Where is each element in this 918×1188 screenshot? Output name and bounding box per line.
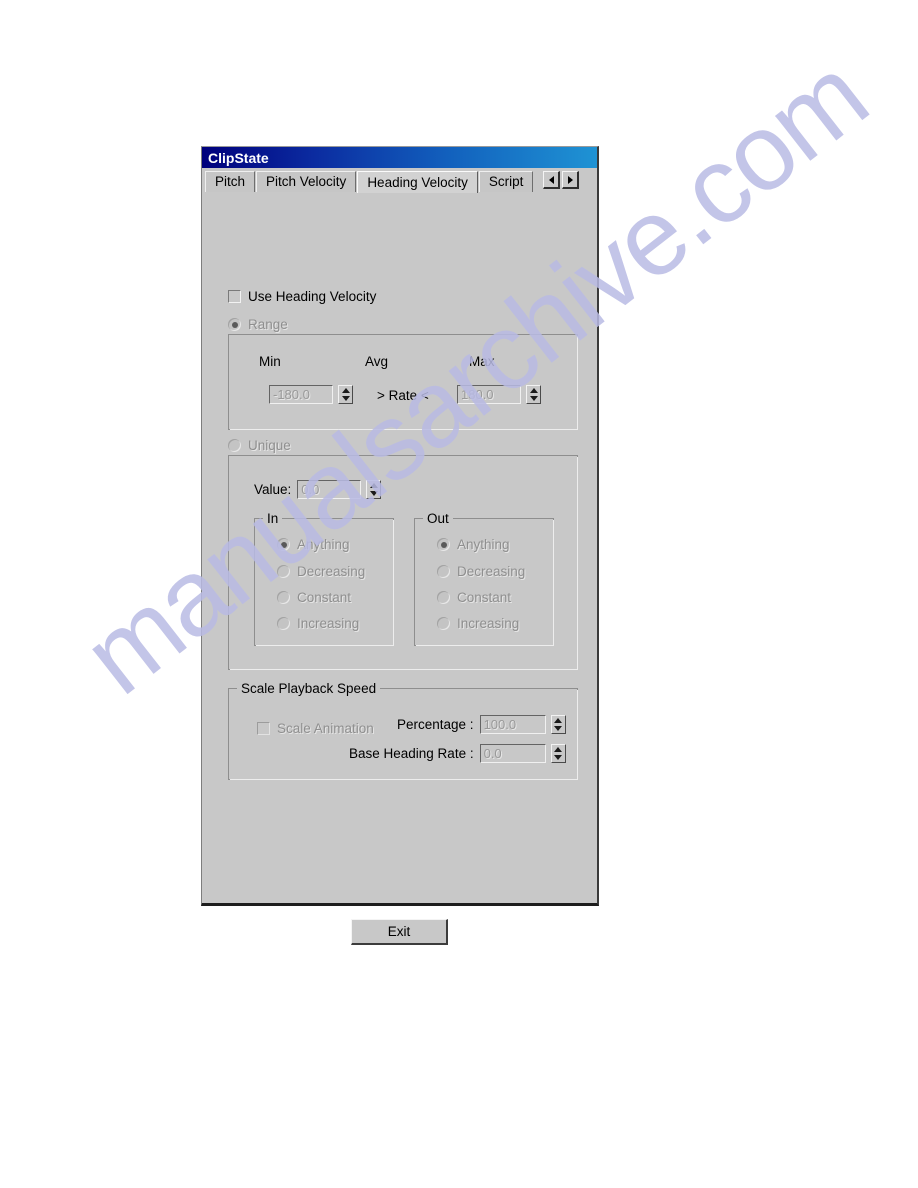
in-option-decreasing[interactable]: Decreasing <box>277 564 365 579</box>
out-option-anything[interactable]: Anything <box>437 537 510 552</box>
title-bar: ClipState <box>202 147 597 168</box>
in-option-constant[interactable]: Constant <box>277 590 351 605</box>
out-group: Out Anything Decreasing Constant Increas… <box>414 511 554 646</box>
spinner-up-icon <box>341 388 350 394</box>
percentage-input[interactable]: 100.0 <box>479 715 546 734</box>
max-input[interactable]: 180.0 <box>457 385 521 404</box>
avg-header: Avg <box>365 354 389 369</box>
out-anything-label: Anything <box>457 537 510 552</box>
scale-animation-checkbox[interactable] <box>257 722 270 735</box>
spinner-down-icon <box>554 754 563 760</box>
unique-group: Value: 0.0 In Anything Decreasing Consta… <box>228 455 578 670</box>
scale-animation-label: Scale Animation <box>277 721 374 736</box>
window-title: ClipState <box>208 149 269 166</box>
unique-radio-row[interactable]: Unique <box>228 438 291 453</box>
value-label: Value: <box>254 482 292 497</box>
clipstate-dialog: ClipState Pitch Pitch Velocity Heading V… <box>201 146 599 945</box>
spinner-down-icon <box>369 490 378 496</box>
min-input[interactable]: -180.0 <box>269 385 333 404</box>
range-radio-row[interactable]: Range <box>228 317 288 332</box>
in-decreasing-radio[interactable] <box>277 565 290 578</box>
base-heading-rate-label: Base Heading Rate : <box>349 746 474 761</box>
spinner-up-icon <box>369 483 378 489</box>
min-field[interactable]: -180.0 <box>269 385 353 404</box>
out-decreasing-label: Decreasing <box>457 564 526 579</box>
exit-button[interactable]: Exit <box>351 919 448 945</box>
base-heading-rate-row[interactable]: Base Heading Rate : 0.0 <box>349 744 566 763</box>
out-constant-radio[interactable] <box>437 591 450 604</box>
spinner-up-icon <box>554 747 563 753</box>
tab-heading-velocity[interactable]: Heading Velocity <box>357 171 478 193</box>
min-spinner[interactable] <box>338 385 353 404</box>
use-heading-velocity-label: Use Heading Velocity <box>248 289 377 304</box>
tab-strip: Pitch Pitch Velocity Heading Velocity Sc… <box>202 168 597 194</box>
in-anything-label: Anything <box>297 537 350 552</box>
out-increasing-radio[interactable] <box>437 617 450 630</box>
percentage-label: Percentage : <box>397 717 474 732</box>
unique-radio-label: Unique <box>248 438 291 453</box>
min-header: Min <box>259 354 281 369</box>
max-spinner[interactable] <box>526 385 541 404</box>
max-header: Max <box>469 354 495 369</box>
triangle-right-icon <box>567 175 573 184</box>
tab-scroll-buttons <box>543 171 580 189</box>
rate-label: > Rate < <box>377 388 429 403</box>
out-constant-label: Constant <box>457 590 512 605</box>
range-radio-label: Range <box>248 317 288 332</box>
in-decreasing-label: Decreasing <box>297 564 366 579</box>
use-heading-velocity-row[interactable]: Use Heading Velocity <box>228 289 376 304</box>
in-group-title: In <box>263 511 283 526</box>
in-constant-radio[interactable] <box>277 591 290 604</box>
dialog-body: Use Heading Velocity Range Min Avg Max -… <box>202 194 597 945</box>
out-anything-radio[interactable] <box>437 538 450 551</box>
spinner-up-icon <box>554 718 563 724</box>
percentage-spinner[interactable] <box>550 715 566 734</box>
triangle-left-icon <box>548 175 554 184</box>
max-field[interactable]: 180.0 <box>457 385 541 404</box>
out-option-increasing[interactable]: Increasing <box>437 616 519 631</box>
tab-script[interactable]: Script <box>478 171 534 192</box>
out-increasing-label: Increasing <box>457 616 520 631</box>
out-group-title: Out <box>423 511 453 526</box>
tab-pitch-velocity[interactable]: Pitch Velocity <box>256 171 357 192</box>
use-heading-velocity-checkbox[interactable] <box>228 290 241 303</box>
value-spinner[interactable] <box>366 480 382 499</box>
scale-animation-row[interactable]: Scale Animation <box>257 721 374 736</box>
spinner-down-icon <box>529 395 538 401</box>
base-heading-rate-spinner[interactable] <box>550 744 566 763</box>
value-input[interactable]: 0.0 <box>297 480 362 499</box>
in-increasing-label: Increasing <box>297 616 360 631</box>
base-heading-rate-input[interactable]: 0.0 <box>479 744 546 763</box>
spinner-down-icon <box>554 725 563 731</box>
scale-playback-title: Scale Playback Speed <box>237 681 381 696</box>
in-increasing-radio[interactable] <box>277 617 290 630</box>
out-option-constant[interactable]: Constant <box>437 590 511 605</box>
in-option-anything[interactable]: Anything <box>277 537 350 552</box>
out-option-decreasing[interactable]: Decreasing <box>437 564 525 579</box>
spinner-down-icon <box>341 395 350 401</box>
tab-scroll-left-button[interactable] <box>543 171 561 189</box>
out-decreasing-radio[interactable] <box>437 565 450 578</box>
tab-scroll-right-button[interactable] <box>562 171 580 189</box>
in-anything-radio[interactable] <box>277 538 290 551</box>
range-group: Min Avg Max -180.0 > Rate < 180.0 <box>228 334 578 430</box>
range-radio[interactable] <box>228 318 241 331</box>
percentage-row[interactable]: Percentage : 100.0 <box>397 715 566 734</box>
value-field-row[interactable]: Value: 0.0 <box>254 480 382 499</box>
in-option-increasing[interactable]: Increasing <box>277 616 359 631</box>
scale-playback-group: Scale Playback Speed Scale Animation Per… <box>228 681 578 780</box>
unique-radio[interactable] <box>228 439 241 452</box>
in-constant-label: Constant <box>297 590 352 605</box>
tab-pitch[interactable]: Pitch <box>205 171 256 192</box>
spinner-up-icon <box>529 388 538 394</box>
in-group: In Anything Decreasing Constant Increasi… <box>254 511 394 646</box>
